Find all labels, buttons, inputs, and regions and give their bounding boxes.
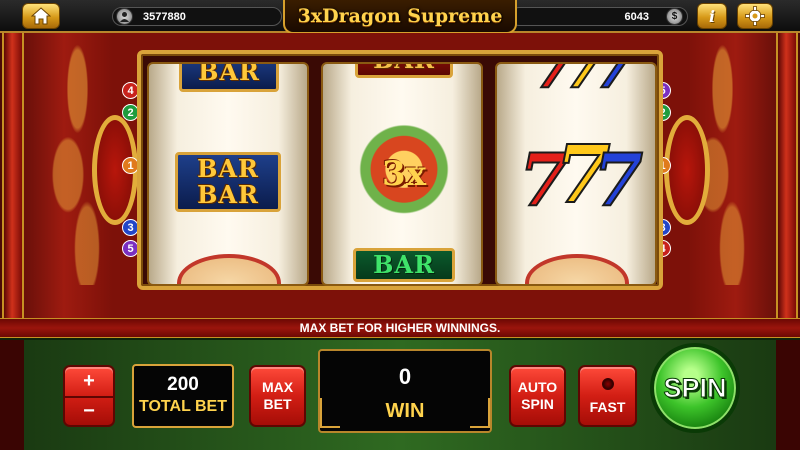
3x-dragon-symbol: 3x xyxy=(345,122,463,227)
total-bet-value: 200 xyxy=(167,374,199,395)
green-bar-symbol: BAR xyxy=(353,248,455,282)
triple-seven-symbol: 7 7 7 xyxy=(518,127,644,222)
reel-window: BAR BAR BAR BAR 3x BAR 7 7 7 7 7 7 xyxy=(137,50,663,290)
corner-ornament xyxy=(320,398,340,428)
pillar-left xyxy=(2,33,24,318)
fast-button[interactable]: FAST xyxy=(578,365,637,427)
balance-value: 3577880 xyxy=(143,10,186,23)
win-value: 0 xyxy=(398,364,412,389)
reel-base-ornament xyxy=(177,254,281,284)
reel-1: BAR BAR BAR xyxy=(147,62,309,286)
pillar-right xyxy=(776,33,798,318)
game-title: 3xDragon Supreme xyxy=(297,5,503,27)
balance-display: 3577880 xyxy=(112,7,282,26)
message-banner: MAX BET FOR HIGHER WINNINGS. xyxy=(0,318,800,338)
user-coin-icon xyxy=(116,8,133,25)
bar-symbol-top: BAR xyxy=(355,64,453,78)
reel-2: BAR 3x BAR xyxy=(321,62,483,286)
win-display: 0 WIN xyxy=(318,349,492,433)
triple-seven-symbol-top: 7 7 7 xyxy=(530,64,642,99)
corner-ornament xyxy=(470,398,490,428)
bet-stepper: + − xyxy=(63,365,115,427)
reel-3: 7 7 7 7 7 7 xyxy=(495,62,657,286)
spin-label: SPIN xyxy=(663,372,727,403)
info-icon: i xyxy=(708,6,716,26)
home-icon xyxy=(31,7,51,25)
gear-icon xyxy=(745,6,765,26)
message-text: MAX BET FOR HIGHER WINNINGS. xyxy=(299,321,501,335)
bar-symbol: BAR xyxy=(179,64,279,92)
title-plate: 3xDragon Supreme xyxy=(283,0,517,34)
reel-base-ornament xyxy=(525,254,629,284)
info-button[interactable]: i xyxy=(697,3,727,29)
bet-decrease-button[interactable]: − xyxy=(65,396,113,425)
home-button[interactable] xyxy=(22,3,60,29)
total-bet-display: 200 TOTAL BET xyxy=(132,364,234,428)
control-panel: + − 200 TOTAL BET MAX BET 0 WIN AUTO SPI… xyxy=(0,338,800,450)
coins-display: 6043 $ xyxy=(510,7,688,26)
double-bar-symbol: BAR BAR xyxy=(175,152,281,212)
spin-button[interactable]: SPIN xyxy=(650,343,740,433)
win-label: WIN xyxy=(385,400,425,422)
settings-button[interactable] xyxy=(737,3,773,29)
medallion-right xyxy=(664,115,710,225)
dollar-coin-icon: $ xyxy=(666,8,683,25)
fast-indicator-light xyxy=(601,378,614,390)
bet-increase-button[interactable]: + xyxy=(65,367,113,396)
total-bet-label: TOTAL BET xyxy=(139,398,227,415)
max-bet-button[interactable]: MAX BET xyxy=(249,365,306,427)
coins-value: 6043 xyxy=(624,10,649,23)
auto-spin-button[interactable]: AUTO SPIN xyxy=(509,365,566,427)
